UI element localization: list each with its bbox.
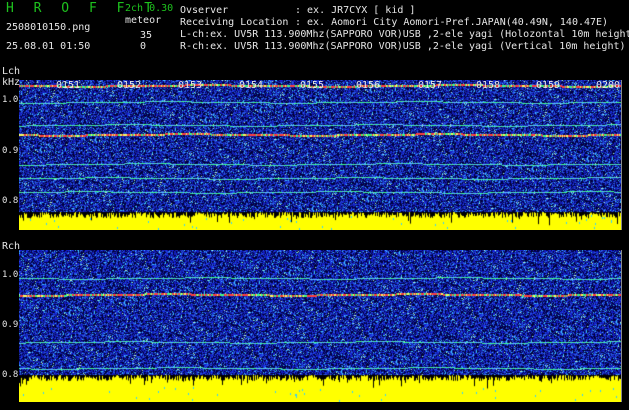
rch-tick-0-9: 0.9 (2, 320, 19, 330)
lch-unit-label: kHz (2, 77, 21, 88)
lch-time-label: 0154 (239, 80, 264, 91)
lch-time-label: 0159 (536, 80, 561, 91)
lch-time-label: 0153 (178, 80, 203, 91)
observer-value: : ex. JR7CYX [ kid ] (295, 5, 416, 16)
filename-label: 2508010150.png (6, 22, 91, 33)
location-value: : ex. Aomori City Aomori-Pref.JAPAN(40.4… (295, 17, 609, 28)
rch-tick-0-8: 0.8 (2, 370, 19, 380)
rch-tick-1-0: 1.0 (2, 270, 19, 280)
lch-time-label: 0157 (418, 80, 443, 91)
lch-tick-0-9: 0.9 (2, 146, 19, 156)
lch-time-label: 0155 (300, 80, 325, 91)
mode-label: 2ch 0.30 (125, 3, 174, 14)
lch-tick-1-0: 1.0 (2, 95, 19, 105)
rch-spectrogram (19, 250, 621, 402)
lch-time-label: 0156 (356, 80, 381, 91)
datetime-label: 25.08.01 01:50 (6, 41, 91, 52)
lch-spectrogram (19, 80, 621, 230)
lch-time-label: 0151 (56, 80, 81, 91)
rch-label: Rch (2, 241, 21, 252)
meteor-count-rch: 0 (140, 41, 147, 52)
lch-right-border (621, 80, 622, 230)
hrofft-window: H R O F F T 2ch 0.30 2508010150.png mete… (0, 0, 629, 410)
rch-right-border (621, 250, 622, 402)
observer-key: Ovserver (180, 5, 229, 16)
meteor-count-lch: 35 (140, 30, 153, 41)
lch-time-label: 0200 (596, 80, 621, 91)
location-key: Receiving Location (180, 17, 289, 28)
lch-time-label: 0158 (476, 80, 501, 91)
lch-tick-0-8: 0.8 (2, 196, 19, 206)
lch-label: Lch (2, 66, 21, 77)
meteor-label: meteor (125, 15, 162, 26)
rch-description: R-ch:ex. UV5R 113.900Mhz(SAPPORO VOR)USB… (180, 41, 626, 52)
lch-description: L-ch:ex. UV5R 113.900Mhz(SAPPORO VOR)USB… (180, 29, 629, 40)
lch-time-label: 0152 (117, 80, 142, 91)
